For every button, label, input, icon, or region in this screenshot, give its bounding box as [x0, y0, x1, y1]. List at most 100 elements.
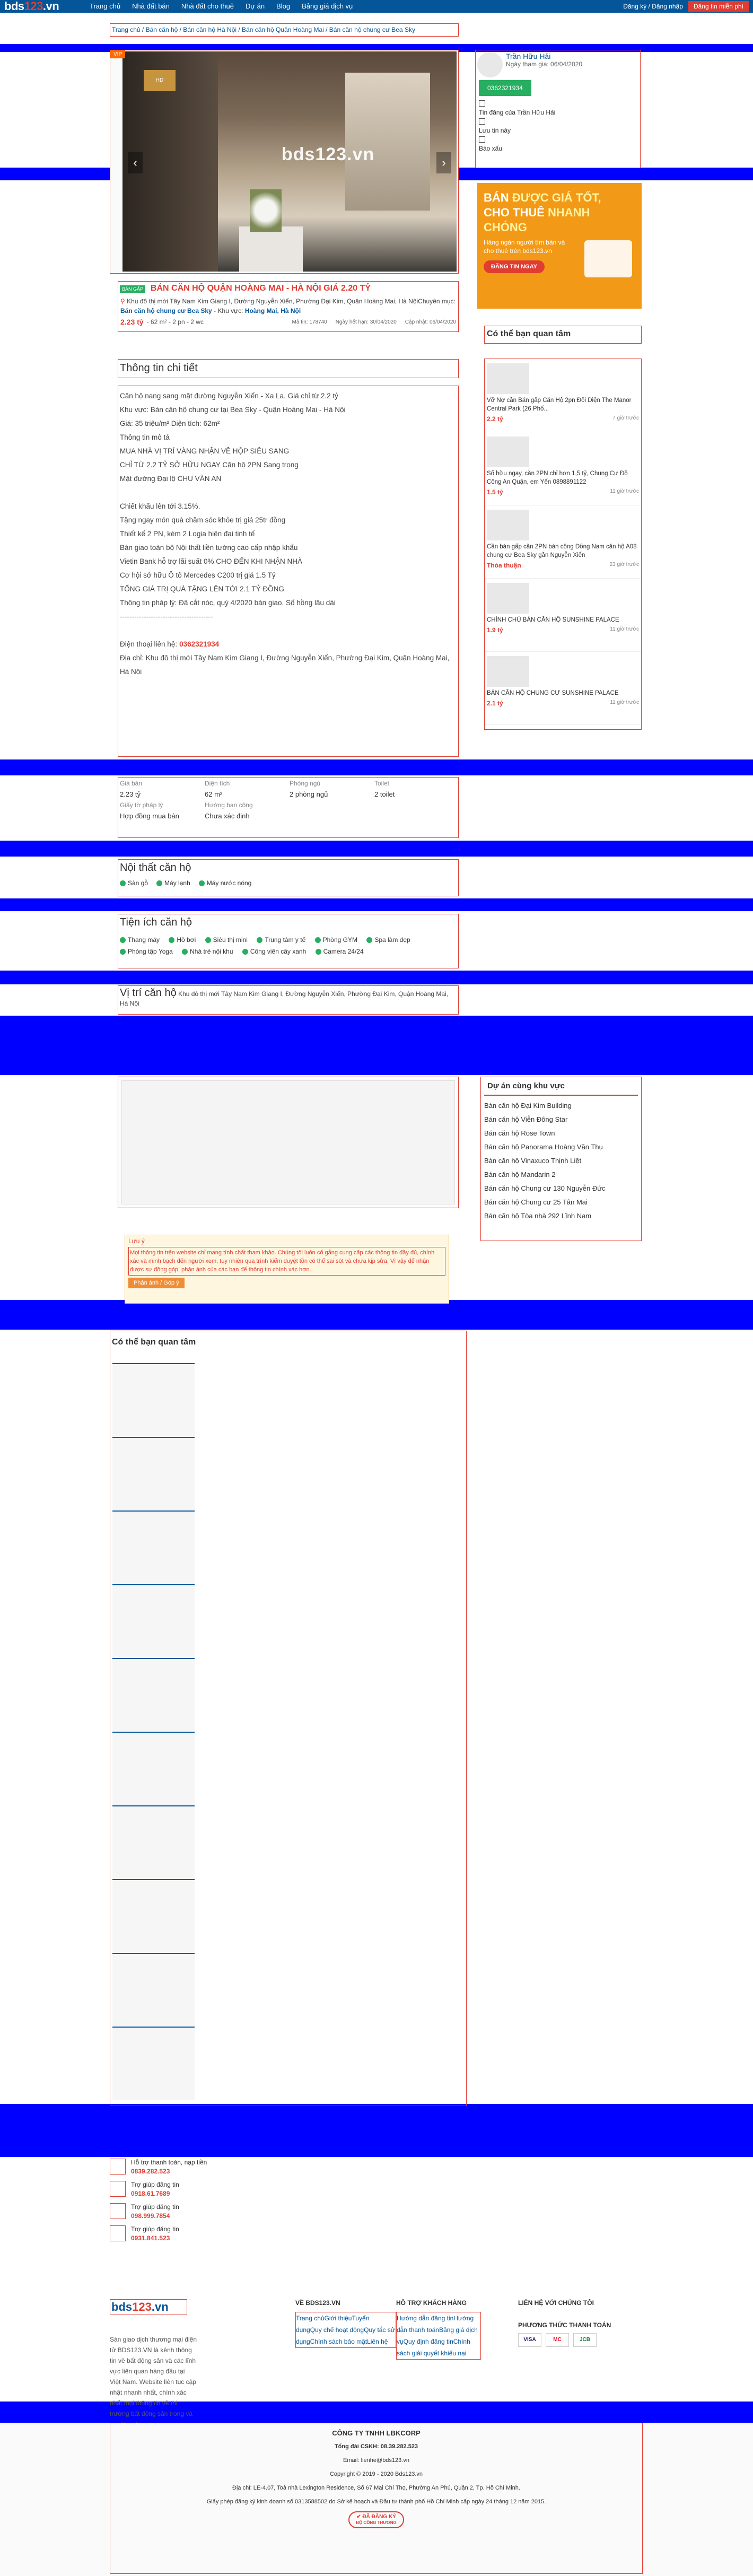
detail-line: Khu vực: Bán căn hộ chung cư tại Bea Sky… [120, 406, 346, 414]
nearby-project-link[interactable]: Bán căn hộ Rose Town [484, 1127, 638, 1140]
amenity-item: Phòng GYM [314, 936, 357, 944]
check-icon [314, 937, 321, 944]
amenity-item: Siêu thị mini [205, 936, 248, 944]
post-listing-button[interactable]: Đăng tin miễn phí [688, 1, 749, 12]
checkbox[interactable] [479, 136, 485, 143]
debug-band [0, 1016, 753, 1075]
nearby-project-link[interactable]: Bán căn hộ Panorama Hoàng Văn Thụ [484, 1140, 638, 1154]
nav-item[interactable]: Trang chủ [84, 0, 126, 13]
related-card[interactable] [112, 1437, 195, 1510]
bottom-interest: Có thể bạn quan tâm [110, 1331, 467, 2106]
nearby-project-link[interactable]: Bán căn hộ Viễn Đông Star [484, 1113, 638, 1127]
feedback-button[interactable]: Phản ánh / Góp ý [128, 1278, 185, 1288]
promo-cta-button[interactable]: ĐĂNG TIN NGAY [484, 260, 545, 273]
support-label: Trợ giúp đăng tin [131, 2181, 179, 2188]
interest-title[interactable]: Cần bán gấp căn 2PN bán công Đông Nam că… [487, 543, 639, 560]
prev-arrow-icon[interactable]: ‹ [128, 152, 143, 173]
call-button[interactable]: 0362321934 [479, 80, 531, 96]
footer-about: Sàn giao dịch thương mại điện tử BDS123.… [110, 2336, 197, 2428]
detail-text: Căn hộ nang sang mặt đường Nguyễn Xiển -… [118, 386, 458, 682]
support-line: Trợ giúp đăng tin 098.999.7854 [110, 2203, 467, 2225]
checkbox[interactable] [479, 118, 485, 125]
agent-action-label: Báo xấu [479, 145, 503, 152]
bottom-interest-heading: Có thể bạn quan tâm [112, 1338, 196, 1347]
listing-photo[interactable]: bds123.vn ‹ › HD [122, 51, 457, 272]
support-phone[interactable]: 0931.841.523 [131, 2234, 179, 2242]
detail-line: MUA NHÀ VỊ TRÍ VÀNG NHẬN VỀ HỘP SIÊU SAN… [120, 447, 290, 455]
related-card[interactable] [112, 1510, 195, 1584]
contact-phone[interactable]: 0362321934 [179, 640, 219, 648]
area-link[interactable]: Hoàng Mai, Hà Nội [245, 307, 301, 315]
nearby-project-link[interactable]: Bán căn hộ Vinaxuco Thịnh Liệt [484, 1154, 638, 1168]
related-card[interactable] [112, 1879, 195, 1952]
interest-meta: 1.9 tỷ 11 giờ trước [487, 626, 639, 634]
detail-line: Bàn giao toàn bộ Nội thất liền tường cao… [120, 544, 298, 552]
related-card[interactable] [112, 1584, 195, 1657]
agent-joined: Ngày tham gia: 06/04/2020 [506, 60, 583, 68]
footer-col2-links[interactable]: Hướng dẫn đăng tinHướng dẫn thanh toánBả… [396, 2312, 481, 2360]
promo-line1: BÁN [484, 191, 509, 204]
promo-banner[interactable]: BÁN ĐƯỢC GIÁ TỐT, CHO THUÊ NHANH CHÓNG H… [477, 183, 642, 309]
agent-name[interactable]: Trần Hữu Hải [506, 52, 582, 60]
related-card[interactable] [112, 1658, 195, 1731]
interest-thumb[interactable] [487, 656, 529, 687]
amenity-label: Trung tâm y tế [265, 936, 306, 944]
interest-title[interactable]: CHÍNH CHỦ BÁN CĂN HỘ SUNSHINE PALACE [487, 616, 639, 624]
interest-item[interactable]: CHÍNH CHỦ BÁN CĂN HỘ SUNSHINE PALACE 1.9 … [485, 579, 641, 652]
nav-item[interactable]: Nhà đất bán [126, 0, 176, 13]
amenity-item: Thang máy [120, 936, 160, 944]
interest-item[interactable]: Cần bán gấp căn 2PN bán công Đông Nam că… [485, 505, 641, 579]
agent-action[interactable]: Báo xấu [479, 136, 637, 153]
interest-thumb[interactable] [487, 436, 529, 467]
interest-thumb[interactable] [487, 583, 529, 614]
nearby-project-link[interactable]: Bán căn hộ Chung cư 130 Nguyễn Đức [484, 1182, 638, 1195]
related-card[interactable] [112, 1732, 195, 1805]
debug-band [0, 971, 753, 984]
agent-action[interactable]: Lưu tin này [479, 118, 637, 135]
nearby-project-link[interactable]: Bán căn hộ Mandarin 2 [484, 1168, 638, 1182]
interest-title[interactable]: BÁN CĂN HỘ CHUNG CƯ SUNSHINE PALACE [487, 689, 639, 697]
support-phone[interactable]: 098.999.7854 [131, 2212, 179, 2220]
spec-label: Diện tích [205, 780, 230, 787]
interest-title[interactable]: Sổ hữu ngay, căn 2PN chỉ hơn 1,5 tỷ, Chu… [487, 469, 639, 486]
interest-item[interactable]: Vỡ Nợ cần Bán gấp Căn Hộ 2pn Đối Diện Th… [485, 359, 641, 432]
gallery-box: bds123.vn ‹ › HD VIP [110, 50, 459, 274]
detail-line: Giá: 35 triệu/m² Diện tích: 62m² [120, 420, 220, 427]
breadcrumb[interactable]: Trang chủ / Bán căn hộ / Bán căn hộ Hà N… [110, 24, 458, 36]
debug-band [0, 759, 753, 775]
footer-col1-links[interactable]: Trang chủGiới thiệuTuyển dụngQuy chế hoạ… [295, 2312, 396, 2348]
category-link[interactable]: Bán căn hộ chung cư Bea Sky [120, 307, 212, 315]
spec-value: 2 phòng ngủ [290, 790, 328, 798]
nearby-project-link[interactable]: Bán căn hộ Tòa nhà 292 Lĩnh Nam [484, 1209, 638, 1223]
related-card[interactable] [112, 1363, 195, 1436]
nav-item[interactable]: Dự án [240, 0, 270, 13]
login-link[interactable]: Đăng ký / Đăng nhập [623, 3, 683, 10]
related-card[interactable] [112, 1805, 195, 1879]
support-phone[interactable]: 0839.282.523 [131, 2168, 207, 2175]
related-card[interactable] [112, 2027, 195, 2100]
footer-logo[interactable]: bds123.vn [110, 2299, 187, 2315]
interest-thumb[interactable] [487, 510, 529, 540]
interest-thumb[interactable] [487, 363, 529, 394]
interest-meta: 2.2 tỷ 7 giờ trước [487, 415, 639, 423]
footer: bds123.vn Sàn giao dịch thương mại điện … [110, 2299, 643, 2428]
nearby-project-link[interactable]: Bán căn hộ Chung cư 25 Tân Mai [484, 1195, 638, 1209]
map-embed[interactable] [118, 1077, 459, 1208]
next-arrow-icon[interactable]: › [436, 152, 451, 173]
amenity-label: Siêu thị mini [213, 936, 248, 944]
site-logo[interactable]: bds123.vn [4, 0, 84, 13]
support-label: Trợ giúp đăng tin [131, 2225, 179, 2233]
nearby-project-link[interactable]: Bán căn hộ Đại Kim Building [484, 1099, 638, 1113]
related-card[interactable] [112, 1953, 195, 2026]
nav-item[interactable]: Blog [270, 0, 296, 13]
agent-action[interactable]: Tin đăng của Trần Hữu Hải [479, 100, 637, 117]
nav-item[interactable]: Bảng giá dịch vụ [296, 0, 358, 13]
nav-item[interactable]: Nhà đất cho thuê [176, 0, 240, 13]
interest-item[interactable]: Sổ hữu ngay, căn 2PN chỉ hơn 1,5 tỷ, Chu… [485, 432, 641, 505]
phone-icon [110, 2159, 126, 2175]
furniture-label: Máy lạnh [164, 879, 190, 887]
interest-item[interactable]: BÁN CĂN HỘ CHUNG CƯ SUNSHINE PALACE 2.1 t… [485, 652, 641, 725]
checkbox[interactable] [479, 100, 485, 107]
interest-title[interactable]: Vỡ Nợ cần Bán gấp Căn Hộ 2pn Đối Diện Th… [487, 396, 639, 413]
support-phone[interactable]: 0918.61.7689 [131, 2190, 179, 2197]
